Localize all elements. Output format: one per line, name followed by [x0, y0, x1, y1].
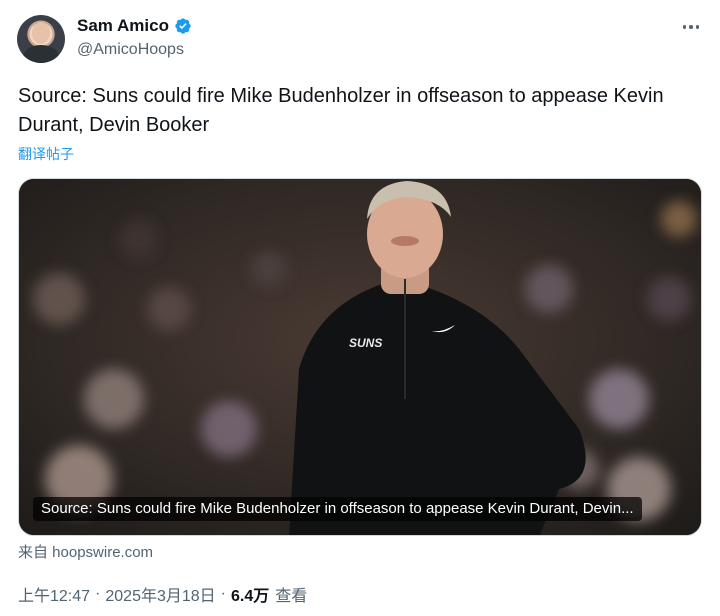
- more-dot: [689, 25, 693, 29]
- more-dot: [682, 25, 687, 29]
- tweet-meta: 上午12:47 · 2025年3月18日 · 6.4万 查看: [18, 582, 307, 606]
- more-options-icon[interactable]: [680, 16, 702, 38]
- avatar-shirt: [23, 45, 59, 63]
- views-count: 6.4万: [231, 588, 270, 605]
- author-handle[interactable]: @AmicoHoops: [77, 41, 184, 59]
- tweet-text: Source: Suns could fire Mike Budenholzer…: [18, 85, 664, 136]
- avatar-face: [32, 22, 50, 44]
- link-source[interactable]: 来自 hoopswire.com: [18, 541, 153, 562]
- views-label: 查看: [275, 588, 308, 605]
- more-dot: [695, 25, 700, 29]
- link-card-image[interactable]: SUNS Source: Suns could fire Mike Budenh…: [18, 178, 702, 536]
- jersey-logo: SUNS: [349, 336, 382, 350]
- tweet-date[interactable]: 2025年3月18日: [105, 582, 215, 606]
- author-name-row: Sam Amico: [77, 16, 192, 36]
- translate-post-link[interactable]: 翻译帖子: [18, 144, 74, 164]
- photo-coach: SUNS: [19, 179, 701, 535]
- meta-separator: ·: [95, 585, 101, 602]
- tweet-time[interactable]: 上午12:47: [18, 582, 90, 606]
- author-avatar[interactable]: [17, 15, 65, 63]
- meta-separator: ·: [220, 585, 226, 602]
- link-card-caption: Source: Suns could fire Mike Budenholzer…: [33, 497, 642, 521]
- verified-badge-icon: [175, 18, 191, 34]
- author-display-name[interactable]: Sam Amico: [77, 16, 169, 36]
